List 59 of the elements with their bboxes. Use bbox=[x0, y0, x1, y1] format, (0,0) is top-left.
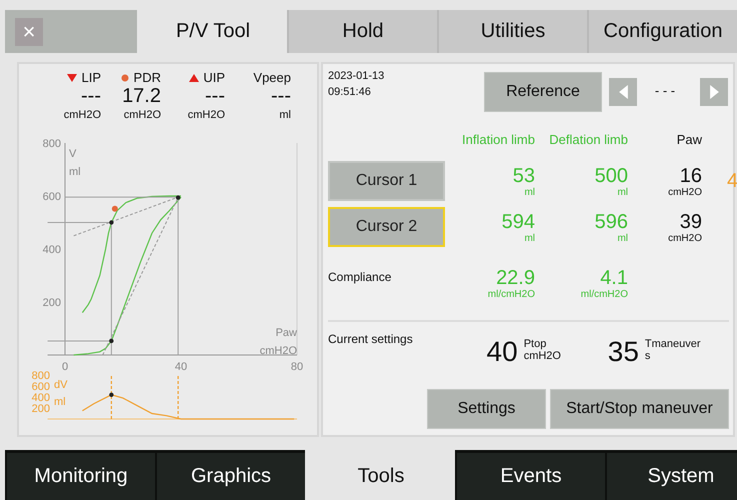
tick-label: 800 bbox=[42, 138, 61, 150]
time-text: 09:51:46 bbox=[328, 86, 372, 98]
tick-label: 400 bbox=[42, 244, 61, 256]
setting-name: Ptop bbox=[524, 338, 548, 350]
value-text: 594 bbox=[502, 210, 535, 232]
value-text: 22.9 bbox=[496, 267, 535, 289]
readout-label: PDR bbox=[134, 70, 161, 85]
unit-text: cmH2O bbox=[668, 186, 702, 198]
unit-text: ml bbox=[617, 186, 628, 198]
value-text: 39 bbox=[680, 210, 702, 232]
value-text: 53 bbox=[512, 164, 535, 186]
tick-label: 80 bbox=[290, 361, 304, 373]
setting-value: 40 bbox=[486, 338, 518, 366]
value-text: 500 bbox=[594, 164, 628, 186]
readout-value: 17.2 bbox=[122, 85, 161, 107]
readout-unit: cmH2O bbox=[124, 109, 161, 121]
setting-unit: cmH2O bbox=[524, 350, 561, 362]
unit-text: ml bbox=[617, 232, 628, 244]
settings-label: Current settings bbox=[328, 332, 414, 346]
readout-label: UIP bbox=[203, 70, 225, 85]
readout-value: --- bbox=[271, 85, 291, 107]
axis-unit: ml bbox=[54, 396, 66, 408]
readout-value: --- bbox=[205, 85, 225, 107]
tick-label: 600 bbox=[42, 191, 61, 203]
column-header: Inflation limb bbox=[461, 132, 535, 147]
axis-label: V bbox=[69, 148, 76, 160]
axis-label: Paw bbox=[276, 327, 297, 339]
readout-value: --- bbox=[81, 85, 101, 107]
date-text: 2023-01-13 bbox=[328, 70, 386, 82]
unit-text: ml/cmH2O bbox=[488, 289, 535, 300]
tick-label: 200 bbox=[32, 403, 50, 415]
axis-label: dV bbox=[54, 379, 68, 391]
unit-text: ml bbox=[524, 232, 535, 244]
setting-name: Tmaneuver bbox=[644, 338, 701, 350]
setting-value: 35 bbox=[608, 338, 639, 366]
tick-label: 200 bbox=[42, 297, 61, 309]
value-text: 4.1 bbox=[600, 267, 628, 289]
readout-unit: cmH2O bbox=[64, 109, 101, 121]
column-header: Deflation limb bbox=[548, 132, 628, 147]
unit-text: cmH2O bbox=[668, 232, 702, 244]
tick-label: 40 bbox=[174, 361, 188, 373]
tick-label: 0 bbox=[62, 361, 68, 373]
setting-unit: s bbox=[644, 350, 652, 362]
axis-unit: cmH2O bbox=[260, 345, 297, 357]
tick-label: 400 bbox=[32, 392, 50, 404]
readout-label: Vpeep bbox=[253, 70, 291, 85]
reference-value: - - - bbox=[654, 83, 676, 98]
axis-unit: ml bbox=[69, 166, 81, 178]
readout-unit: ml bbox=[279, 109, 291, 121]
value-text: 596 bbox=[594, 210, 628, 232]
tick-label: 600 bbox=[32, 381, 50, 393]
tick-label: 800 bbox=[32, 370, 50, 382]
unit-text: ml/cmH2O bbox=[580, 289, 628, 300]
readout-unit: cmH2O bbox=[188, 109, 225, 121]
readout-label: LIP bbox=[81, 70, 101, 85]
column-header: Paw bbox=[676, 132, 702, 147]
unit-text: ml bbox=[524, 186, 535, 198]
compliance-label: Compliance bbox=[328, 270, 392, 284]
value-text: 16 bbox=[680, 164, 702, 186]
